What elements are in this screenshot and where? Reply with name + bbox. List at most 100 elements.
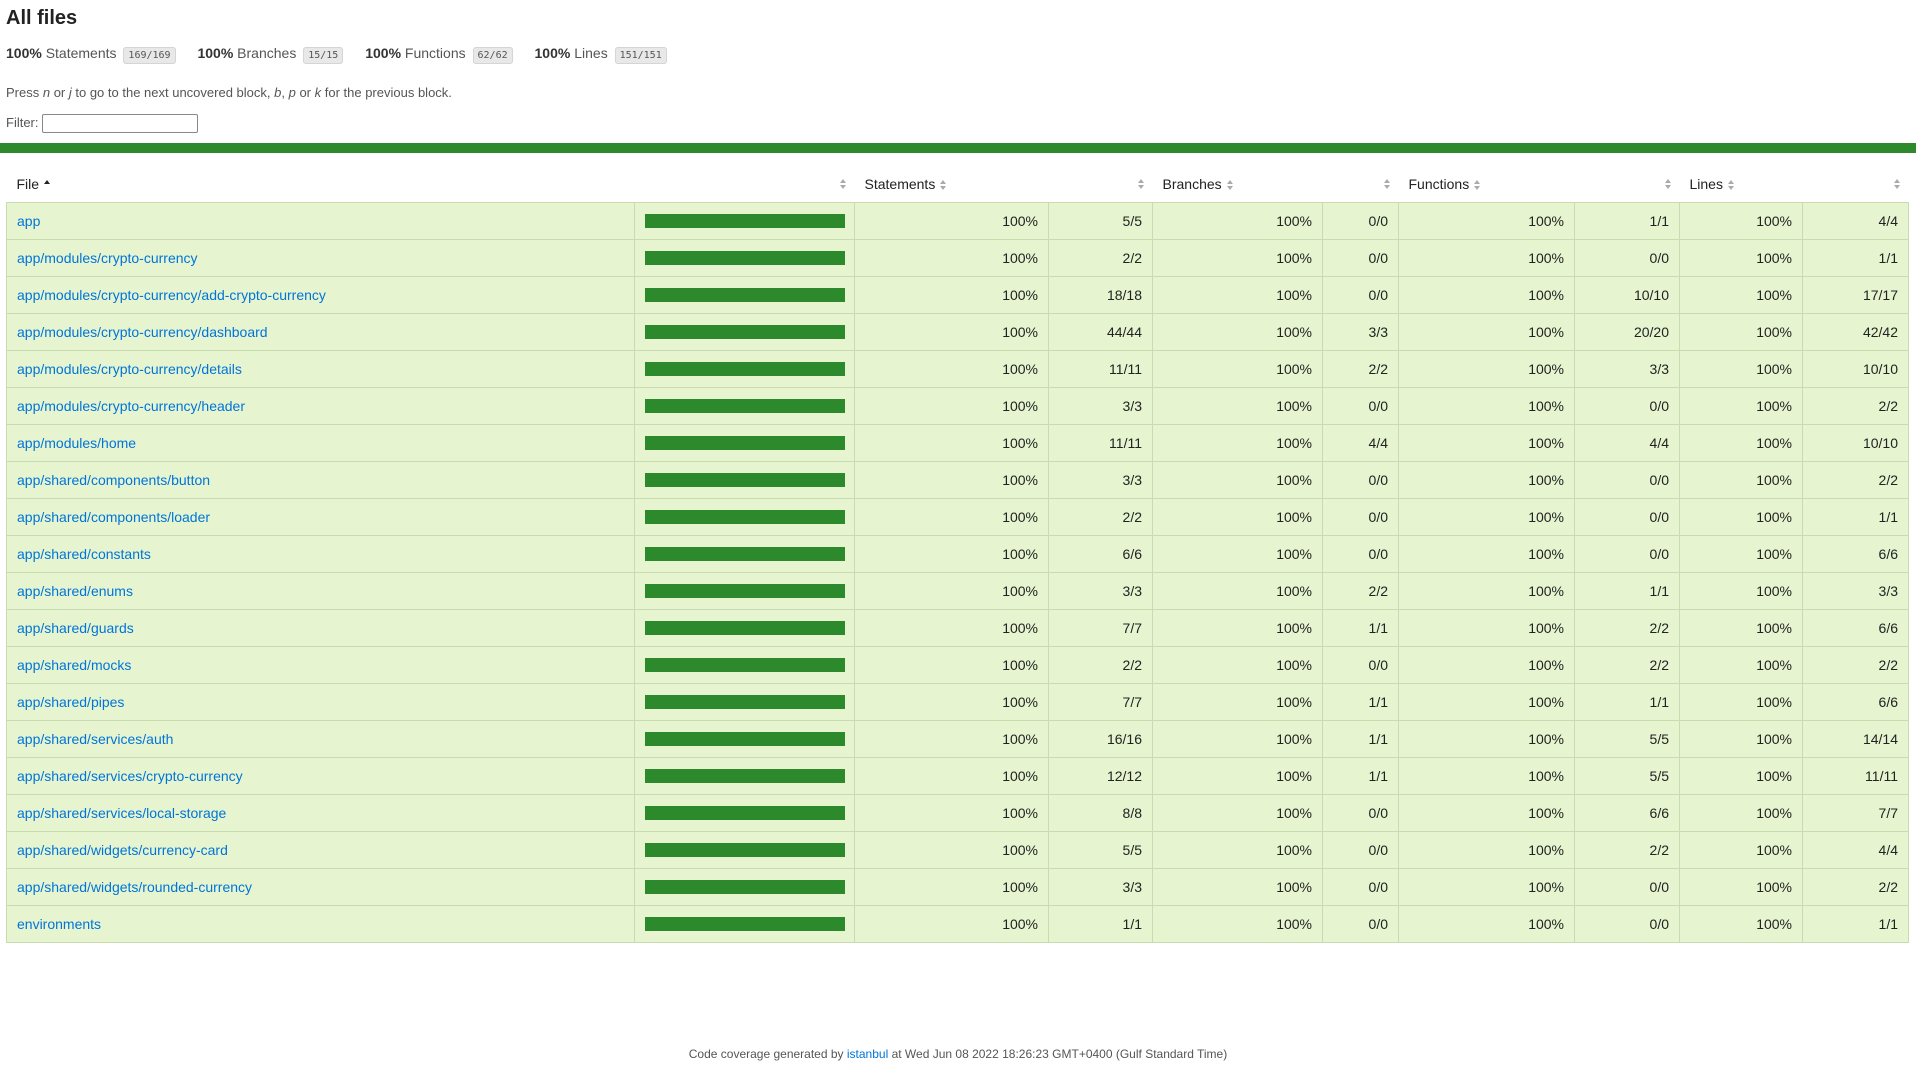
header-lines[interactable]: Lines (1680, 166, 1803, 203)
file-link[interactable]: app/shared/components/loader (17, 509, 210, 525)
coverage-bar (645, 917, 845, 931)
file-link[interactable]: app/shared/widgets/rounded-currency (17, 879, 252, 895)
coverage-bar-cell (634, 313, 855, 351)
sort-ascending-icon (43, 180, 51, 190)
file-link[interactable]: app/shared/services/local-storage (17, 805, 226, 821)
coverage-bar-fill (645, 251, 845, 265)
statements-pct-cell: 100% (854, 498, 1049, 536)
file-link[interactable]: app (17, 213, 40, 229)
branches-pct-cell: 100% (1152, 313, 1323, 351)
header-functions[interactable]: Functions (1399, 166, 1575, 203)
statements-raw-cell: 5/5 (1048, 831, 1153, 869)
file-link[interactable]: app/modules/crypto-currency/details (17, 361, 242, 377)
coverage-bar-fill (645, 547, 845, 561)
summary-statements-label: Statements (45, 45, 117, 61)
file-link[interactable]: app/modules/crypto-currency/dashboard (17, 324, 268, 340)
branches-raw-cell: 0/0 (1322, 202, 1399, 240)
file-link[interactable]: app/shared/mocks (17, 657, 131, 673)
file-link[interactable]: app/shared/services/auth (17, 731, 173, 747)
lines-raw-cell: 2/2 (1802, 868, 1909, 906)
header-statements-raw[interactable] (1049, 166, 1153, 203)
table-row: app/modules/crypto-currency 100% 2/2 100% 0/… (6, 239, 1909, 277)
coverage-bar-cell (634, 646, 855, 684)
table-row: app/modules/crypto-currency/details 100% 1… (6, 350, 1909, 388)
coverage-bar (645, 436, 845, 450)
file-link[interactable]: app/shared/pipes (17, 694, 124, 710)
hint-text: Press (6, 85, 43, 100)
file-cell: app/shared/services/crypto-currency (6, 757, 635, 795)
file-link[interactable]: app/modules/crypto-currency/header (17, 398, 245, 414)
coverage-bar-cell (634, 387, 855, 425)
header-statements-label: Statements (864, 176, 936, 192)
functions-raw-cell: 2/2 (1574, 831, 1680, 869)
header-lines-raw[interactable] (1803, 166, 1909, 203)
summary-statements: 100% Statements 169/169 (6, 45, 176, 64)
summary-lines-fraction: 151/151 (614, 47, 667, 64)
statements-raw-cell: 2/2 (1048, 239, 1153, 277)
hint-key-p: p (288, 85, 296, 100)
lines-raw-cell: 6/6 (1802, 535, 1909, 573)
file-link[interactable]: app/shared/enums (17, 583, 133, 599)
file-link[interactable]: app/shared/constants (17, 546, 151, 562)
coverage-bar-cell (634, 572, 855, 610)
lines-raw-cell: 14/14 (1802, 720, 1909, 758)
functions-raw-cell: 2/2 (1574, 646, 1680, 684)
functions-raw-cell: 4/4 (1574, 424, 1680, 462)
table-row: app/shared/services/crypto-currency 100% 1… (6, 757, 1909, 795)
functions-pct-cell: 100% (1398, 424, 1575, 462)
branches-raw-cell: 2/2 (1322, 350, 1399, 388)
functions-raw-cell: 0/0 (1574, 905, 1680, 943)
lines-pct-cell: 100% (1679, 535, 1803, 573)
lines-pct-cell: 100% (1679, 498, 1803, 536)
functions-raw-cell: 0/0 (1574, 387, 1680, 425)
summary-lines: 100% Lines 151/151 (535, 45, 667, 64)
file-cell: app/modules/home (6, 424, 635, 462)
header-branches-raw[interactable] (1323, 166, 1399, 203)
statements-pct-cell: 100% (854, 831, 1049, 869)
coverage-bar-cell (634, 720, 855, 758)
coverage-bar-cell (634, 794, 855, 832)
lines-raw-cell: 10/10 (1802, 350, 1909, 388)
file-link[interactable]: app/modules/home (17, 435, 136, 451)
branches-raw-cell: 1/1 (1322, 757, 1399, 795)
functions-pct-cell: 100% (1398, 276, 1575, 314)
istanbul-link[interactable]: istanbul (847, 1047, 888, 1061)
branches-raw-cell: 0/0 (1322, 461, 1399, 499)
filter-row: Filter: (6, 114, 1910, 133)
branches-pct-cell: 100% (1152, 794, 1323, 832)
lines-pct-cell: 100% (1679, 424, 1803, 462)
header-statements[interactable]: Statements (855, 166, 1049, 203)
table-row: app/modules/crypto-currency/dashboard 100… (6, 313, 1909, 351)
table-row: app/shared/pipes 100% 7/7 100% 1/1 100% 1/1 100… (6, 683, 1909, 721)
file-link[interactable]: app/shared/components/button (17, 472, 210, 488)
file-link[interactable]: app/shared/guards (17, 620, 134, 636)
file-link[interactable]: environments (17, 916, 101, 932)
file-link[interactable]: app/modules/crypto-currency/add-crypto-c… (17, 287, 326, 303)
coverage-bar (645, 880, 845, 894)
functions-pct-cell: 100% (1398, 868, 1575, 906)
statements-pct-cell: 100% (854, 720, 1049, 758)
file-link[interactable]: app/shared/widgets/currency-card (17, 842, 228, 858)
branches-pct-cell: 100% (1152, 276, 1323, 314)
filter-input[interactable] (42, 114, 199, 133)
coverage-bar-fill (645, 769, 845, 783)
statements-pct-cell: 100% (854, 572, 1049, 610)
header-coverage-bar[interactable] (635, 166, 855, 203)
functions-pct-cell: 100% (1398, 831, 1575, 869)
coverage-bar-fill (645, 473, 845, 487)
file-cell: app/modules/crypto-currency/header (6, 387, 635, 425)
branches-pct-cell: 100% (1152, 498, 1323, 536)
file-link[interactable]: app/modules/crypto-currency (17, 250, 198, 266)
branches-pct-cell: 100% (1152, 239, 1323, 277)
file-link[interactable]: app/shared/services/crypto-currency (17, 768, 243, 784)
header-branches[interactable]: Branches (1153, 166, 1323, 203)
header-functions-raw[interactable] (1575, 166, 1680, 203)
coverage-bar-fill (645, 658, 845, 672)
statements-raw-cell: 44/44 (1048, 313, 1153, 351)
functions-raw-cell: 5/5 (1574, 720, 1680, 758)
header-file[interactable]: File (7, 166, 635, 203)
summary-functions-fraction: 62/62 (472, 47, 513, 64)
summary-functions-label: Functions (404, 45, 466, 61)
statements-pct-cell: 100% (854, 683, 1049, 721)
statements-raw-cell: 11/11 (1048, 424, 1153, 462)
